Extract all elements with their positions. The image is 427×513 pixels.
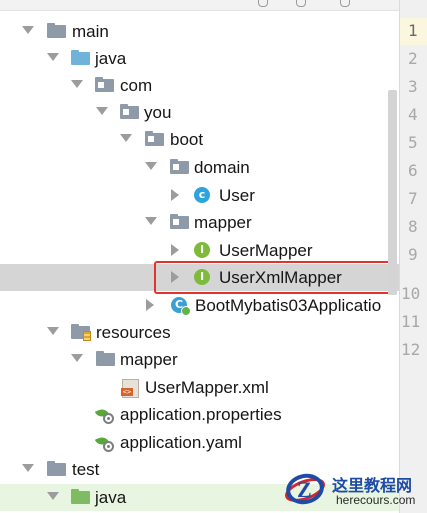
collapse-arrow-icon[interactable] [146,299,154,311]
tree-item-label: application.yaml [120,433,242,452]
package-icon [170,159,189,174]
tree-item-main[interactable]: main [0,18,399,45]
tree-item-label: main [72,22,109,41]
collapse-arrow-icon[interactable] [171,189,179,201]
line-number: 11 [401,312,421,331]
package-icon [145,131,164,146]
line-number: 6 [408,161,418,180]
tree-item-label: mapper [120,350,178,369]
tree-item-label: User [219,186,255,205]
line-number: 10 [401,284,421,303]
tree-item-label: domain [194,158,250,177]
highlight-box [154,261,394,294]
line-number: 1 [408,21,418,40]
expand-arrow-icon[interactable] [47,53,59,61]
spring-config-icon [94,434,116,453]
site-logo-icon: Z [281,470,329,510]
tree-item-you[interactable]: you [0,99,399,126]
expand-arrow-icon[interactable] [47,327,59,335]
watermark-en-text: herecours.com [336,493,416,507]
folder-icon [47,461,66,476]
resources-folder-icon [71,324,91,341]
collapse-arrow-icon[interactable] [171,244,179,256]
line-number: 4 [408,105,418,124]
class-icon: c [194,187,210,203]
tree-item-boot[interactable]: boot [0,126,399,153]
expand-arrow-icon[interactable] [71,80,83,88]
tree-item-label: application.properties [120,405,282,424]
tree-item-label: com [120,76,153,95]
tree-item-label: java [95,49,127,68]
expand-arrow-icon[interactable] [71,354,83,362]
line-number: 5 [408,133,418,152]
tree-item-resources[interactable]: resources [0,319,399,346]
expand-arrow-icon[interactable] [22,26,34,34]
line-number: 8 [408,217,418,236]
tree-item-application-properties[interactable]: application.properties [0,401,399,428]
panel-header-strip [0,0,399,11]
expand-arrow-icon[interactable] [22,464,34,472]
xml-file-icon: <> [121,379,139,398]
settings-icon[interactable] [258,0,268,7]
tree-item-mapper-folder[interactable]: mapper [0,346,399,373]
line-number: 3 [408,77,418,96]
line-number: 12 [401,340,421,359]
test-source-folder-icon [71,489,90,504]
watermark: Z 这里教程网 herecours.com [276,468,427,513]
package-icon [95,77,114,92]
tree-item-label: java [95,488,127,507]
tree-item-com[interactable]: com [0,72,399,99]
run-marker-icon [181,306,191,316]
tree-item-label: resources [96,323,171,342]
tree-item-mapper-package[interactable]: mapper [0,209,399,236]
hide-icon[interactable] [340,0,350,7]
package-icon [120,104,139,119]
line-number: 9 [408,245,418,264]
tree-item-usermapper[interactable]: I UserMapper [0,237,399,264]
tree-item-label: BootMybatis03Applicatio [195,296,382,315]
folder-icon [47,23,66,38]
spring-config-icon [94,406,116,425]
line-number: 2 [408,49,418,68]
vertical-scrollbar[interactable] [388,90,397,295]
folder-icon [96,351,115,366]
tree-item-label: UserMapper [219,241,313,260]
tree-item-label: mapper [194,213,252,232]
tree-item-label: you [144,103,172,122]
tree-item-user[interactable]: c User [0,182,399,209]
expand-arrow-icon[interactable] [120,134,132,142]
logo-letter: Z [297,477,312,502]
project-tree-panel: main java com you boot domain c User map… [0,0,399,513]
spring-boot-class-icon: C [171,297,191,316]
expand-arrow-icon[interactable] [145,162,157,170]
tree-item-usermapper-xml[interactable]: <> UserMapper.xml [0,374,399,401]
package-icon [170,214,189,229]
interface-icon: I [194,242,210,258]
expand-arrow-icon[interactable] [96,107,108,115]
tree-item-java[interactable]: java [0,45,399,72]
xml-tag: <> [121,388,133,396]
tree-item-label: UserMapper.xml [145,378,269,397]
source-folder-icon [71,50,90,65]
expand-arrow-icon[interactable] [47,492,59,500]
tree-item-label: boot [170,130,204,149]
expand-arrow-icon[interactable] [145,217,157,225]
tree-item-label: test [72,460,100,479]
tree-item-domain[interactable]: domain [0,154,399,181]
editor-gutter: 1 2 3 4 5 6 7 8 9 10 11 12 [399,0,427,513]
line-number: 7 [408,189,418,208]
tree-item-boot-application[interactable]: C BootMybatis03Applicatio [0,292,399,319]
gear-icon[interactable] [296,0,306,7]
tree-item-application-yaml[interactable]: application.yaml [0,429,399,456]
